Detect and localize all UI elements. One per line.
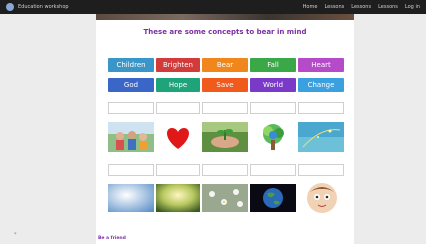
world-tree-image <box>250 122 296 152</box>
word-label: Fall <box>267 61 279 69</box>
drop-box[interactable] <box>250 102 296 114</box>
word-label: Save <box>216 81 234 89</box>
red-heart-image <box>156 122 200 152</box>
nav-lessons-2[interactable]: Lessons <box>351 4 371 10</box>
word-tile-save[interactable]: Save <box>202 78 248 92</box>
nav-lessons-1[interactable]: Lessons <box>324 4 344 10</box>
drop-box[interactable] <box>156 164 200 176</box>
word-tile-god[interactable]: God <box>108 78 154 92</box>
daisy-flowers-image <box>202 184 248 212</box>
word-tile-hope[interactable]: Hope <box>156 78 200 92</box>
nav-menu: Home Lessons Lessons Lessons Log in <box>303 4 420 10</box>
drop-box[interactable] <box>156 102 200 114</box>
footer-caption: Be a friend <box>98 236 126 241</box>
family-photo-image <box>108 122 154 152</box>
site-logo-icon[interactable] <box>6 3 14 11</box>
sparkle-blue-image <box>298 122 344 152</box>
drop-box[interactable] <box>202 102 248 114</box>
word-tile-children[interactable]: Children <box>108 58 154 72</box>
drop-box[interactable] <box>108 164 154 176</box>
sky-light-image <box>108 184 154 212</box>
top-navbar: Education workshop Home Lessons Lessons … <box>0 0 426 14</box>
activity-panel: These are some concepts to bear in mind … <box>96 20 354 244</box>
word-label: Change <box>307 81 335 89</box>
nav-login[interactable]: Log in <box>405 4 420 10</box>
word-tile-brighten[interactable]: Brighten <box>156 58 200 72</box>
word-label: Children <box>116 61 146 69</box>
earth-globe-image <box>250 184 296 212</box>
word-tile-fall[interactable]: Fall <box>250 58 296 72</box>
word-label: Heart <box>311 61 331 69</box>
drop-box[interactable] <box>202 164 248 176</box>
sun-forest-image <box>156 184 200 212</box>
word-label: God <box>123 81 139 89</box>
hands-plant-image <box>202 122 248 152</box>
cartoon-face-image <box>302 178 342 218</box>
activity-title: These are some concepts to bear in mind <box>143 28 307 36</box>
word-label: Brighten <box>163 61 193 69</box>
drop-box[interactable] <box>298 102 344 114</box>
word-tile-world[interactable]: World <box>250 78 296 92</box>
word-tile-bear[interactable]: Bear <box>202 58 248 72</box>
nav-lessons-3[interactable]: Lessons <box>378 4 398 10</box>
nav-home[interactable]: Home <box>303 4 318 10</box>
site-brand[interactable]: Education workshop <box>18 4 69 10</box>
drop-box[interactable] <box>298 164 344 176</box>
word-label: Bear <box>216 61 234 69</box>
word-label: Hope <box>168 81 188 89</box>
drop-box[interactable] <box>108 102 154 114</box>
corner-mark: * <box>14 232 17 238</box>
word-tile-heart[interactable]: Heart <box>298 58 344 72</box>
word-label: World <box>262 81 284 89</box>
word-tile-change[interactable]: Change <box>298 78 344 92</box>
drop-box[interactable] <box>250 164 296 176</box>
